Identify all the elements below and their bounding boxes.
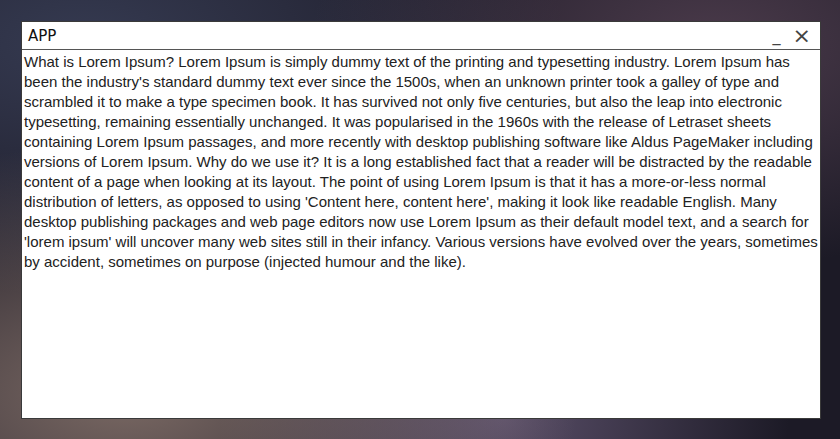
close-button[interactable]: × [790, 25, 814, 47]
body-text: What is Lorem Ipsum? Lorem Ipsum is simp… [24, 52, 818, 272]
minimize-button[interactable]: _ [770, 28, 784, 44]
desktop-background: APP _ × What is Lorem Ipsum? Lorem Ipsum… [0, 0, 840, 439]
window-title: APP [28, 27, 56, 45]
content-area: What is Lorem Ipsum? Lorem Ipsum is simp… [22, 50, 820, 418]
title-bar[interactable]: APP _ × [22, 22, 820, 50]
app-window[interactable]: APP _ × What is Lorem Ipsum? Lorem Ipsum… [21, 21, 821, 419]
